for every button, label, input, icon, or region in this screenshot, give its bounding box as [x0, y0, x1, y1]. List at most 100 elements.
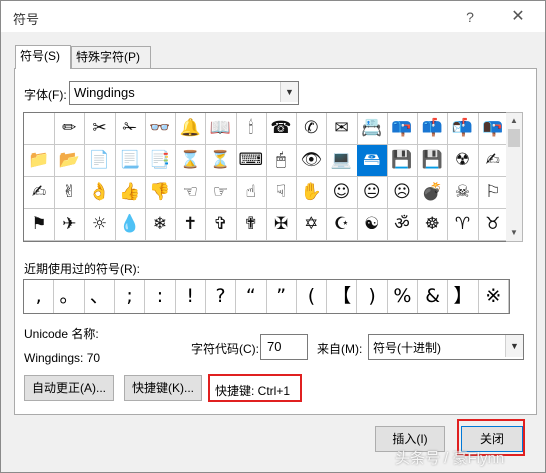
- symbol-cell[interactable]: 👓: [145, 113, 176, 145]
- character-code-input[interactable]: 70: [260, 334, 308, 360]
- symbol-cell[interactable]: ✝: [175, 209, 207, 241]
- symbol-cell[interactable]: ✂: [84, 113, 116, 145]
- recent-symbol-cell[interactable]: ,: [24, 280, 55, 313]
- symbol-cell[interactable]: ✍: [477, 145, 509, 177]
- symbol-cell[interactable]: ☢: [447, 145, 479, 177]
- symbol-cell[interactable]: ☜: [175, 177, 207, 209]
- symbol-cell[interactable]: ✏: [54, 113, 86, 145]
- font-select[interactable]: Wingdings ▼: [69, 81, 299, 105]
- symbol-cell[interactable]: ☹: [387, 177, 418, 209]
- symbol-cell[interactable]: ॐ: [387, 209, 418, 241]
- symbol-cell[interactable]: 🕯: [235, 113, 267, 145]
- grid-scrollbar[interactable]: ▲ ▼: [506, 112, 523, 242]
- from-select[interactable]: 符号(十进制) ▼: [368, 334, 524, 360]
- scroll-down-icon[interactable]: ▼: [506, 226, 522, 240]
- recent-symbol-cell[interactable]: (: [297, 280, 328, 313]
- recent-symbol-cell[interactable]: !: [176, 280, 206, 313]
- recent-symbol-cell[interactable]: ※: [479, 280, 509, 313]
- recent-symbol-cell[interactable]: 【: [327, 280, 358, 313]
- from-label: 来自(M):: [317, 342, 363, 356]
- symbol-cell[interactable]: ✋: [296, 177, 328, 209]
- shortcut-key-button[interactable]: 快捷键(K)...: [124, 375, 202, 401]
- help-button[interactable]: ?: [457, 6, 483, 28]
- tab-special-characters[interactable]: 特殊字符(P): [71, 46, 151, 68]
- symbol-cell[interactable]: ✠: [266, 209, 297, 241]
- symbol-cell[interactable]: 📑: [145, 145, 176, 177]
- symbol-cell[interactable]: ✡: [296, 209, 328, 241]
- symbol-cell[interactable]: ☯: [356, 209, 388, 241]
- recent-symbol-cell[interactable]: ”: [267, 280, 297, 313]
- recent-symbol-cell[interactable]: “: [236, 280, 267, 313]
- symbol-cell[interactable]: [24, 113, 55, 145]
- symbol-cell[interactable]: ❄: [145, 209, 176, 241]
- recent-symbol-cell[interactable]: &: [418, 280, 449, 313]
- unicode-name-label: Unicode 名称:: [24, 327, 99, 341]
- symbol-cell[interactable]: 😐: [356, 177, 388, 209]
- symbol-cell[interactable]: ✈: [54, 209, 86, 241]
- symbol-cell[interactable]: 💻: [326, 145, 358, 177]
- symbol-cell[interactable]: ☸: [417, 209, 449, 241]
- recent-symbol-cell[interactable]: 】: [448, 280, 479, 313]
- symbol-cell[interactable]: 📃: [114, 145, 146, 177]
- chevron-down-icon[interactable]: ▼: [505, 335, 523, 357]
- autocorrect-button[interactable]: 自动更正(A)...: [24, 375, 114, 401]
- recent-symbol-cell[interactable]: :: [145, 280, 176, 313]
- symbol-cell[interactable]: 👎: [145, 177, 176, 209]
- symbol-cell[interactable]: 🖴: [356, 145, 388, 177]
- symbol-cell[interactable]: ✍: [24, 177, 55, 209]
- symbol-cell[interactable]: 💣: [417, 177, 449, 209]
- close-window-button[interactable]: ✕: [505, 6, 531, 28]
- symbol-cell[interactable]: 💾: [417, 145, 449, 177]
- symbol-cell[interactable]: ✆: [296, 113, 328, 145]
- symbol-cell[interactable]: ⚑: [24, 209, 55, 241]
- symbol-cell[interactable]: 👌: [84, 177, 116, 209]
- symbol-cell[interactable]: ☼: [84, 209, 116, 241]
- symbol-cell[interactable]: 📇: [356, 113, 388, 145]
- recent-symbol-cell[interactable]: 、: [85, 280, 115, 313]
- symbol-cell[interactable]: 👁: [296, 145, 328, 177]
- symbol-cell[interactable]: ⌨: [235, 145, 267, 177]
- symbol-cell[interactable]: 💧: [114, 209, 146, 241]
- symbol-cell[interactable]: 🔔: [175, 113, 207, 145]
- symbol-cell[interactable]: ⏳: [205, 145, 237, 177]
- symbol-cell[interactable]: ☞: [205, 177, 237, 209]
- symbol-cell[interactable]: ⌛: [175, 145, 207, 177]
- symbol-cell[interactable]: 📭: [477, 113, 509, 145]
- symbol-cell[interactable]: ☠: [447, 177, 479, 209]
- symbol-cell[interactable]: 🖱: [266, 145, 297, 177]
- symbol-cell[interactable]: 📬: [447, 113, 479, 145]
- recent-symbol-cell[interactable]: ): [357, 280, 388, 313]
- recent-symbol-cell[interactable]: 。: [54, 280, 85, 313]
- symbol-cell[interactable]: 📫: [417, 113, 449, 145]
- symbol-cell[interactable]: 📖: [205, 113, 237, 145]
- symbol-cell[interactable]: ✌: [54, 177, 86, 209]
- symbol-cell[interactable]: ✁: [114, 113, 146, 145]
- scroll-thumb[interactable]: [508, 129, 520, 147]
- recent-symbol-cell[interactable]: %: [388, 280, 419, 313]
- dialog-title: 符号: [13, 12, 40, 27]
- symbol-cell[interactable]: 📄: [84, 145, 116, 177]
- symbol-cell[interactable]: 📂: [54, 145, 86, 177]
- symbol-cell[interactable]: ✉: [326, 113, 358, 145]
- symbol-cell[interactable]: ✞: [205, 209, 237, 241]
- recent-symbol-cell[interactable]: ?: [206, 280, 237, 313]
- font-select-value: Wingdings: [74, 85, 135, 100]
- recent-symbol-cell[interactable]: ;: [115, 280, 146, 313]
- symbol-cell[interactable]: ☪: [326, 209, 358, 241]
- scroll-up-icon[interactable]: ▲: [506, 114, 522, 128]
- symbol-cell[interactable]: 📁: [24, 145, 55, 177]
- symbol-cell[interactable]: ☺: [326, 177, 358, 209]
- symbol-cell[interactable]: ☎: [266, 113, 297, 145]
- symbol-cell[interactable]: 💾: [387, 145, 418, 177]
- symbol-cell[interactable]: ☝: [235, 177, 267, 209]
- chevron-down-icon[interactable]: ▼: [280, 82, 298, 102]
- symbol-cell[interactable]: ☟: [266, 177, 297, 209]
- symbol-cell[interactable]: ✟: [235, 209, 267, 241]
- symbol-cell[interactable]: ⚐: [477, 177, 509, 209]
- symbol-cell[interactable]: 📪: [387, 113, 418, 145]
- symbol-cell[interactable]: ♉: [477, 209, 509, 241]
- symbol-cell[interactable]: 👍: [114, 177, 146, 209]
- tab-symbols[interactable]: 符号(S): [15, 45, 71, 69]
- symbol-grid: ✏ ✂ ✁ 👓 🔔 📖 🕯 ☎ ✆ ✉ 📇 📪 📫 📬 📭 📁 📂 📄 📃 📑 ⌛ ⏳ ⌨ 🖱 👁 💻 🖴 💾 💾 ☢ ✍ ✍ ✌ 👌 👍 👎 ☜ ☞ ☝ ☟…: [23, 112, 509, 242]
- symbol-cell[interactable]: ♈: [447, 209, 479, 241]
